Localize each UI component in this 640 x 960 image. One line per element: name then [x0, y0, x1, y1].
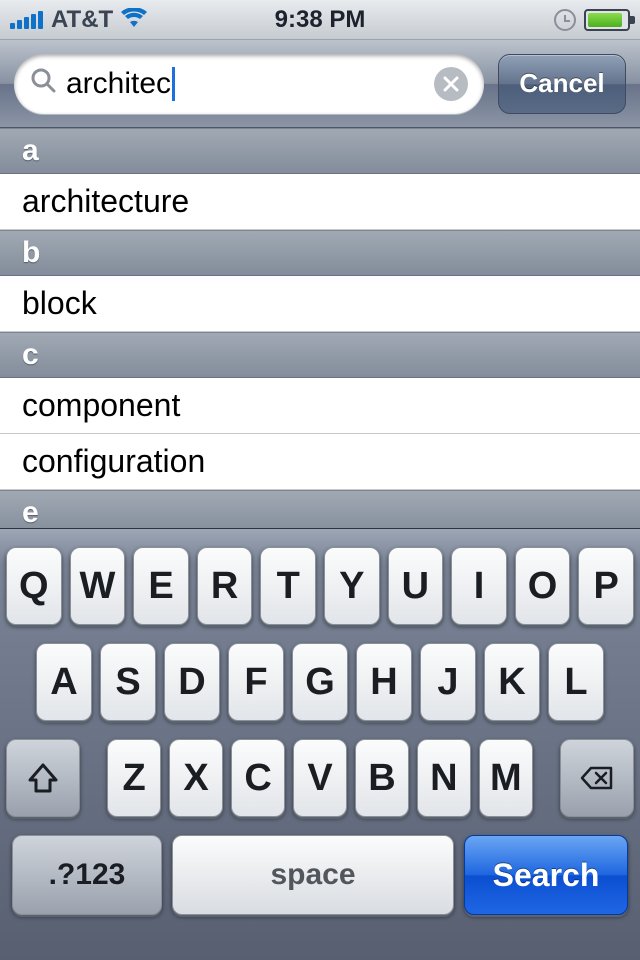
key-space[interactable]: space: [172, 835, 454, 915]
section-header: c: [0, 332, 640, 378]
key-g[interactable]: G: [292, 643, 348, 721]
results-list[interactable]: a architecture b block c component confi…: [0, 128, 640, 528]
section-header: a: [0, 128, 640, 174]
list-item[interactable]: configuration: [0, 434, 640, 490]
key-o[interactable]: O: [515, 547, 571, 625]
keyboard-row: Z X C V B N M: [6, 739, 634, 817]
keyboard-row: A S D F G H J K L: [6, 643, 634, 721]
status-bar: AT&T 9:38 PM: [0, 0, 640, 40]
key-backspace[interactable]: [560, 739, 634, 817]
keyboard-row: .?123 space Search: [6, 835, 634, 915]
keyboard: Q W E R T Y U I O P A S D F G H J K L Z …: [0, 528, 640, 960]
key-l[interactable]: L: [548, 643, 604, 721]
search-icon: [30, 67, 56, 100]
signal-icon: [10, 11, 43, 29]
key-m[interactable]: M: [479, 739, 533, 817]
search-input[interactable]: architec: [14, 54, 484, 114]
key-e[interactable]: E: [133, 547, 189, 625]
key-j[interactable]: J: [420, 643, 476, 721]
key-a[interactable]: A: [36, 643, 92, 721]
key-f[interactable]: F: [228, 643, 284, 721]
key-h[interactable]: H: [356, 643, 412, 721]
list-item[interactable]: architecture: [0, 174, 640, 230]
key-k[interactable]: K: [484, 643, 540, 721]
key-c[interactable]: C: [231, 739, 285, 817]
key-search[interactable]: Search: [464, 835, 628, 915]
keyboard-row: Q W E R T Y U I O P: [6, 547, 634, 625]
key-u[interactable]: U: [388, 547, 444, 625]
section-header: b: [0, 230, 640, 276]
key-w[interactable]: W: [70, 547, 126, 625]
key-shift[interactable]: [6, 739, 80, 817]
key-z[interactable]: Z: [107, 739, 161, 817]
status-right: [554, 9, 630, 31]
clear-icon[interactable]: [434, 67, 468, 101]
key-p[interactable]: P: [578, 547, 634, 625]
list-item[interactable]: block: [0, 276, 640, 332]
key-d[interactable]: D: [164, 643, 220, 721]
cancel-button[interactable]: Cancel: [498, 54, 626, 114]
key-n[interactable]: N: [417, 739, 471, 817]
list-item[interactable]: component: [0, 378, 640, 434]
search-value: architec: [66, 67, 424, 101]
key-r[interactable]: R: [197, 547, 253, 625]
carrier-label: AT&T: [51, 6, 113, 34]
key-mode[interactable]: .?123: [12, 835, 162, 915]
section-header: e: [0, 490, 640, 528]
status-left: AT&T: [10, 4, 147, 35]
key-y[interactable]: Y: [324, 547, 380, 625]
text-caret: [172, 67, 175, 101]
key-s[interactable]: S: [100, 643, 156, 721]
key-q[interactable]: Q: [6, 547, 62, 625]
search-bar: architec Cancel: [0, 40, 640, 128]
key-i[interactable]: I: [451, 547, 507, 625]
alarm-icon: [554, 9, 576, 31]
key-t[interactable]: T: [260, 547, 316, 625]
key-v[interactable]: V: [293, 739, 347, 817]
key-b[interactable]: B: [355, 739, 409, 817]
battery-icon: [584, 9, 630, 31]
wifi-icon: [121, 4, 147, 35]
key-x[interactable]: X: [169, 739, 223, 817]
